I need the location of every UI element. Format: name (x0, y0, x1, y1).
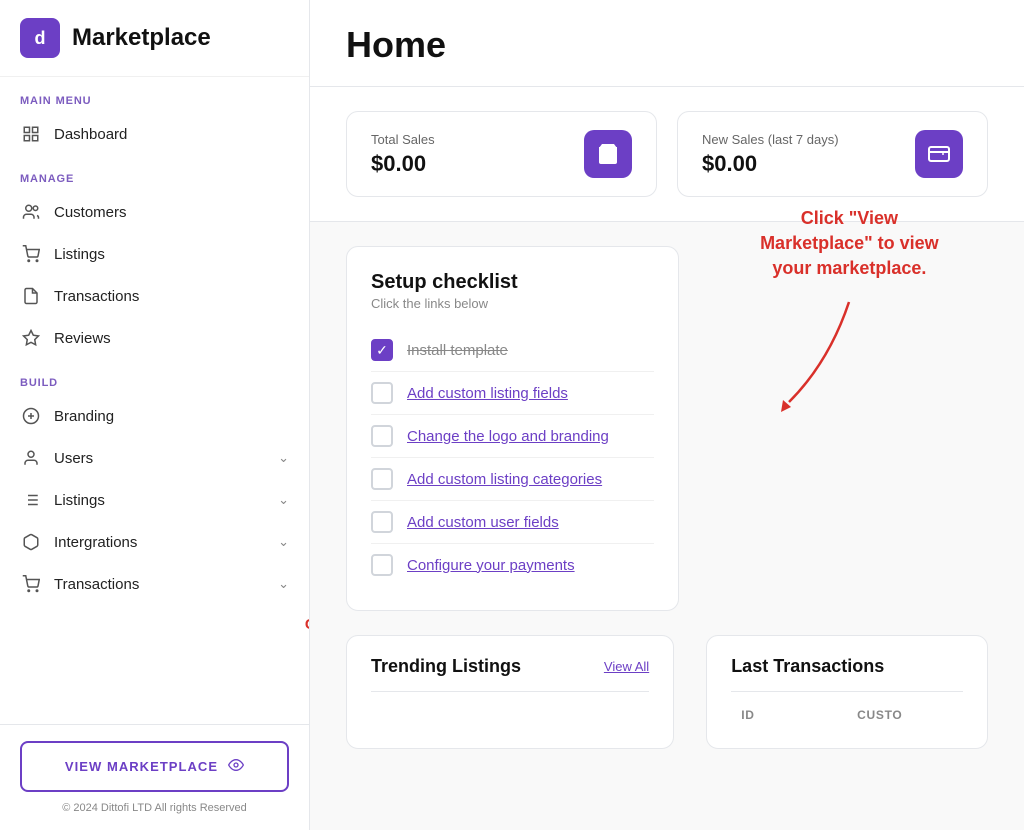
cart-icon (20, 573, 42, 595)
main-body: Setup checklist Click the links below ✓ … (310, 222, 1024, 635)
sidebar-item-users[interactable]: Users ⌄ (0, 437, 309, 479)
sidebar-item-users-label: Users (54, 450, 266, 467)
checklist-section: Setup checklist Click the links below ✓ … (346, 246, 679, 611)
sidebar: d Marketplace MAIN MENU Dashboard MANAGE… (0, 0, 310, 830)
checklist-item-4-link[interactable]: Add custom user fields (407, 514, 559, 531)
trending-title: Trending Listings (371, 656, 521, 677)
checklist-item-4: Add custom user fields (371, 501, 654, 544)
list-icon (20, 489, 42, 511)
copyright: © 2024 Dittofi LTD All rights Reserved (20, 802, 289, 814)
user-icon (20, 447, 42, 469)
stat-label-new-sales: New Sales (last 7 days) (702, 132, 839, 147)
users-icon (20, 201, 42, 223)
checkbox-3[interactable] (371, 468, 393, 490)
sidebar-logo: d Marketplace (0, 0, 309, 77)
checklist-item-0: ✓ Install template (371, 329, 654, 372)
sidebar-item-reviews[interactable]: Reviews (0, 317, 309, 359)
stats-row-wrapper: Total Sales $0.00 New Sales (last 7 days… (310, 87, 1024, 222)
checklist-item-5: Configure your payments (371, 544, 654, 586)
checklist-item-5-link[interactable]: Configure your payments (407, 557, 575, 574)
manage-label: MANAGE (0, 155, 309, 191)
sidebar-item-transactions-build[interactable]: Transactions ⌄ (0, 563, 309, 605)
app-logo-icon: d (20, 18, 60, 58)
left-panel: Setup checklist Click the links below ✓ … (346, 246, 679, 611)
sidebar-footer: VIEW MARKETPLACE Click “View Marketplace… (0, 724, 309, 830)
stat-card-new-sales: New Sales (last 7 days) $0.00 (677, 111, 988, 197)
checklist-title: Setup checklist (371, 271, 654, 294)
sidebar-item-integrations[interactable]: Intergrations ⌄ (0, 521, 309, 563)
col-header-custo: CUSTO (847, 702, 963, 728)
view-all-link[interactable]: View All (604, 659, 649, 674)
checkbox-1[interactable] (371, 382, 393, 404)
checklist-item-3: Add custom listing categories (371, 458, 654, 501)
stats-row: Total Sales $0.00 New Sales (last 7 days… (310, 87, 1024, 197)
view-marketplace-button[interactable]: VIEW MARKETPLACE (20, 741, 289, 792)
shopping-cart-icon (20, 243, 42, 265)
checklist-item-3-link[interactable]: Add custom listing categories (407, 471, 602, 488)
stat-card-total-sales: Total Sales $0.00 (346, 111, 657, 197)
sidebar-item-integrations-label: Intergrations (54, 534, 266, 551)
plus-circle-icon (20, 405, 42, 427)
eye-icon (228, 757, 244, 776)
sidebar-item-transactions-build-label: Transactions (54, 576, 266, 593)
file-icon (20, 285, 42, 307)
checklist-item-1: Add custom listing fields (371, 372, 654, 415)
chevron-down-icon: ⌄ (278, 576, 289, 592)
checkbox-4[interactable] (371, 511, 393, 533)
grid-icon (20, 123, 42, 145)
app-title: Marketplace (72, 24, 211, 52)
build-label: BUILD (0, 359, 309, 395)
stat-icon-cart (584, 130, 632, 178)
stat-info-total-sales: Total Sales $0.00 (371, 132, 435, 177)
sidebar-item-dashboard[interactable]: Dashboard (0, 113, 309, 155)
transactions-section: Last Transactions ID CUSTO (706, 635, 988, 749)
sidebar-item-reviews-label: Reviews (54, 330, 289, 347)
stat-value-total-sales: $0.00 (371, 151, 435, 177)
checkbox-0[interactable]: ✓ (371, 339, 393, 361)
stat-info-new-sales: New Sales (last 7 days) $0.00 (702, 132, 839, 177)
sidebar-item-listings-manage[interactable]: Listings (0, 233, 309, 275)
sidebar-item-listings-build-label: Listings (54, 492, 266, 509)
chevron-down-icon: ⌄ (278, 492, 289, 508)
page-title: Home (346, 24, 988, 66)
view-marketplace-label: VIEW MARKETPLACE (65, 759, 218, 774)
trending-header: Trending Listings View All (371, 656, 649, 677)
sidebar-item-transactions-manage[interactable]: Transactions (0, 275, 309, 317)
checklist-subtitle: Click the links below (371, 296, 654, 311)
stat-icon-wallet (915, 130, 963, 178)
star-icon (20, 327, 42, 349)
checklist-item-0-label: Install template (407, 342, 508, 359)
annotation-text: Click “View Marketplace” to view your ma… (299, 614, 310, 656)
main-menu-label: MAIN MENU (0, 77, 309, 113)
chevron-down-icon: ⌄ (278, 534, 289, 550)
main-content: Home Total Sales $0.00 New Sales (last 7… (310, 0, 1024, 830)
sidebar-item-listings-build[interactable]: Listings ⌄ (0, 479, 309, 521)
sidebar-item-branding-label: Branding (54, 408, 289, 425)
transactions-header: Last Transactions (731, 656, 963, 677)
stat-label-total-sales: Total Sales (371, 132, 435, 147)
checkbox-2[interactable] (371, 425, 393, 447)
main-header: Home (310, 0, 1024, 87)
bottom-row: Trending Listings View All Last Transact… (310, 635, 1024, 773)
col-header-id: ID (731, 702, 847, 728)
transactions-title: Last Transactions (731, 656, 884, 677)
checklist-item-2: Change the logo and branding (371, 415, 654, 458)
sidebar-item-dashboard-label: Dashboard (54, 126, 289, 143)
sidebar-item-listings-manage-label: Listings (54, 246, 289, 263)
right-panel: Click "ViewMarketplace" to viewyour mark… (711, 246, 988, 611)
sidebar-item-customers-label: Customers (54, 204, 289, 221)
checklist-item-2-link[interactable]: Change the logo and branding (407, 428, 609, 445)
trending-table-header (371, 691, 649, 702)
sidebar-item-transactions-manage-label: Transactions (54, 288, 289, 305)
sidebar-item-branding[interactable]: Branding (0, 395, 309, 437)
callout-arrow (769, 292, 929, 412)
transactions-table-header: ID CUSTO (731, 691, 963, 728)
sidebar-item-customers[interactable]: Customers (0, 191, 309, 233)
checklist-item-1-link[interactable]: Add custom listing fields (407, 385, 568, 402)
trending-section: Trending Listings View All (346, 635, 674, 749)
checkbox-5[interactable] (371, 554, 393, 576)
cube-icon (20, 531, 42, 553)
stat-value-new-sales: $0.00 (702, 151, 839, 177)
chevron-down-icon: ⌄ (278, 450, 289, 466)
